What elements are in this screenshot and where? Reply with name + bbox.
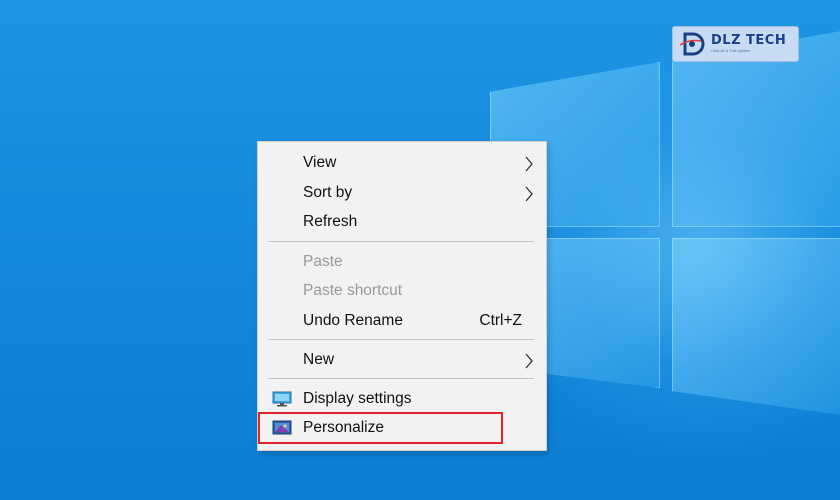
desktop-context-menu: View Sort by Refresh Paste Paste shortcu… [257, 141, 547, 451]
windows-logo-pane-bottom-right [672, 238, 840, 416]
display-settings-icon [272, 391, 292, 407]
menu-item-label: Undo Rename [303, 312, 403, 329]
chevron-right-icon [525, 156, 533, 172]
menu-separator [268, 378, 534, 379]
menu-item-sort-by[interactable]: Sort by [258, 179, 546, 207]
chevron-right-icon [525, 186, 533, 202]
menu-item-shortcut: Ctrl+Z [479, 312, 522, 329]
menu-item-new[interactable]: New [258, 346, 546, 374]
personalize-highlight-box [258, 412, 503, 444]
watermark-tagline: Chia sẻ & Trải nghiệm [711, 48, 751, 53]
menu-item-view[interactable]: View [258, 149, 546, 177]
menu-separator [268, 241, 534, 242]
menu-item-label: Paste [303, 253, 343, 270]
watermark-logo: DLZ TECH Chia sẻ & Trải nghiệm [672, 26, 799, 62]
menu-item-refresh[interactable]: Refresh [258, 208, 546, 236]
menu-item-undo-rename[interactable]: Undo Rename Ctrl+Z [258, 307, 546, 335]
watermark-brand: DLZ TECH [711, 33, 787, 48]
menu-item-label: New [303, 351, 335, 368]
chevron-right-icon [525, 353, 533, 369]
dlz-logo-icon [679, 32, 705, 56]
menu-item-label: View [303, 154, 337, 171]
menu-item-paste: Paste [258, 248, 546, 276]
menu-separator [268, 339, 534, 340]
menu-item-display-settings[interactable]: Display settings [258, 385, 546, 413]
menu-item-label: Display settings [303, 390, 412, 407]
menu-item-label: Paste shortcut [303, 282, 403, 299]
menu-item-label: Sort by [303, 184, 353, 201]
menu-item-paste-shortcut: Paste shortcut [258, 277, 546, 305]
menu-item-label: Refresh [303, 213, 358, 230]
desktop-background[interactable]: DLZ TECH Chia sẻ & Trải nghiệm View Sort… [0, 0, 840, 500]
